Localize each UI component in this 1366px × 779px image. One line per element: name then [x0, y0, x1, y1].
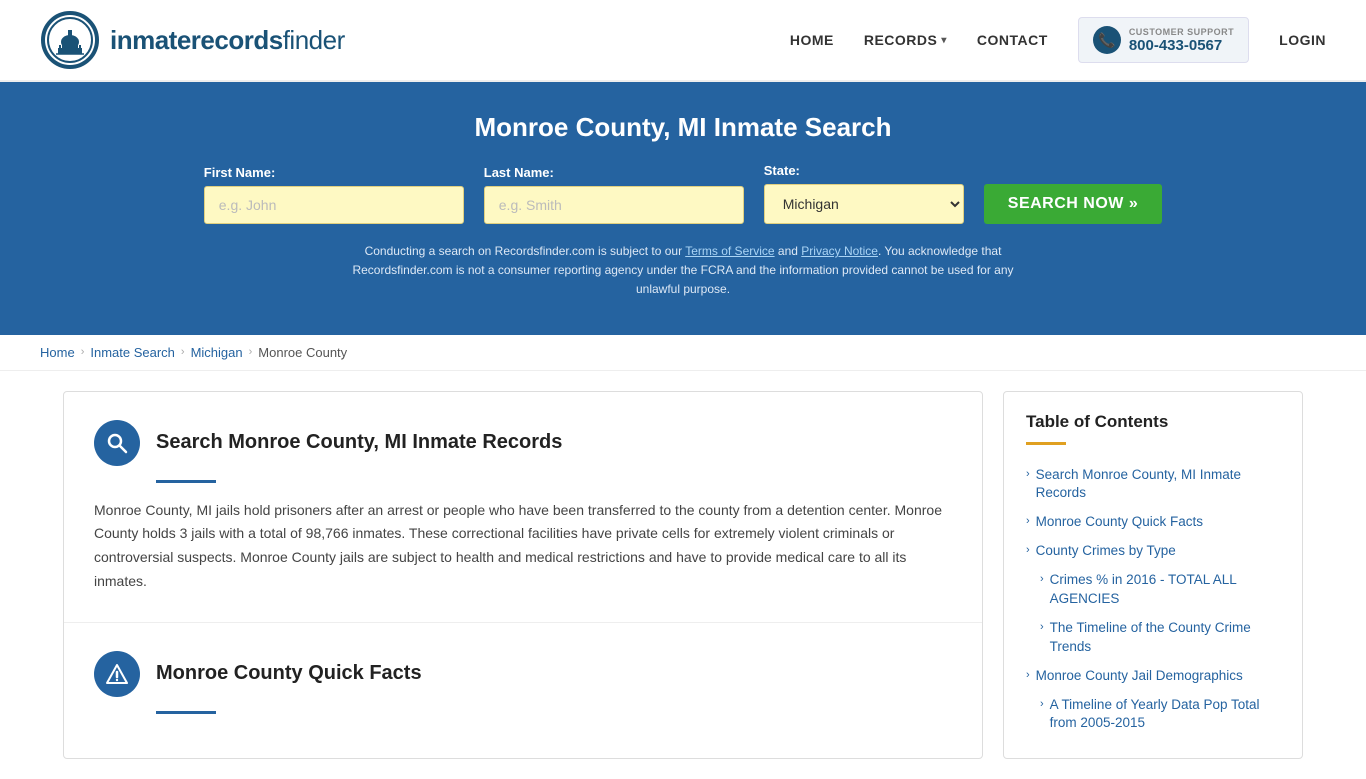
phone-icon: 📞	[1093, 26, 1121, 54]
last-name-label: Last Name:	[484, 165, 554, 180]
section-body-search: Monroe County, MI jails hold prisoners a…	[94, 499, 952, 594]
search-form: First Name: Last Name: State: Michigan S…	[40, 163, 1326, 224]
quick-facts-section: Monroe County Quick Facts	[64, 623, 982, 758]
breadcrumb-inmate-search[interactable]: Inmate Search	[90, 345, 175, 360]
section-title-search: Search Monroe County, MI Inmate Records	[156, 431, 562, 454]
main-content: Search Monroe County, MI Inmate Records …	[43, 391, 1323, 760]
toc-link-3[interactable]: Crimes % in 2016 - TOTAL ALL AGENCIES	[1050, 571, 1280, 609]
breadcrumb-home[interactable]: Home	[40, 345, 75, 360]
terms-link[interactable]: Terms of Service	[685, 244, 774, 258]
customer-support-box[interactable]: 📞 CUSTOMER SUPPORT 800-433-0567	[1078, 17, 1249, 63]
privacy-link[interactable]: Privacy Notice	[801, 244, 878, 258]
section-title-facts: Monroe County Quick Facts	[156, 662, 422, 685]
content-left: Search Monroe County, MI Inmate Records …	[63, 391, 983, 760]
logo-text: inmaterecordsfinder	[110, 25, 345, 56]
toc-chevron-6: ›	[1040, 698, 1044, 710]
toc-chevron-3: ›	[1040, 573, 1044, 585]
search-icon	[106, 432, 128, 454]
state-label: State:	[764, 163, 800, 178]
section-header-facts: Monroe County Quick Facts	[94, 651, 952, 697]
search-button[interactable]: SEARCH NOW »	[984, 184, 1162, 224]
toc-chevron-0: ›	[1026, 468, 1030, 480]
support-label: CUSTOMER SUPPORT	[1129, 27, 1234, 37]
toc-underline	[1026, 442, 1066, 445]
search-icon-circle	[94, 420, 140, 466]
navigation: HOME RECORDS ▾ CONTACT 📞 CUSTOMER SUPPOR…	[790, 17, 1326, 63]
header: inmaterecordsfinder HOME RECORDS ▾ CONTA…	[0, 0, 1366, 82]
breadcrumb: Home › Inmate Search › Michigan › Monroe…	[0, 335, 1366, 371]
search-records-section: Search Monroe County, MI Inmate Records …	[64, 392, 982, 623]
toc-item-1[interactable]: › Monroe County Quick Facts	[1026, 508, 1280, 537]
toc-chevron-1: ›	[1026, 515, 1030, 527]
toc-link-2[interactable]: County Crimes by Type	[1036, 542, 1176, 561]
logo-text-bold: finder	[283, 25, 345, 55]
breadcrumb-sep-1: ›	[81, 346, 85, 358]
toc-link-4[interactable]: The Timeline of the County Crime Trends	[1050, 619, 1280, 657]
logo-text-light: inmaterecords	[110, 25, 283, 55]
toc-link-6[interactable]: A Timeline of Yearly Data Pop Total from…	[1050, 696, 1280, 734]
toc-title: Table of Contents	[1026, 412, 1280, 432]
toc-link-0[interactable]: Search Monroe County, MI Inmate Records	[1036, 466, 1280, 504]
last-name-group: Last Name:	[484, 165, 744, 224]
sidebar: Table of Contents › Search Monroe County…	[1003, 391, 1303, 760]
toc-link-5[interactable]: Monroe County Jail Demographics	[1036, 667, 1243, 686]
hero-title: Monroe County, MI Inmate Search	[40, 112, 1326, 143]
warning-icon-circle	[94, 651, 140, 697]
nav-contact[interactable]: CONTACT	[977, 32, 1048, 48]
logo: inmaterecordsfinder	[40, 10, 345, 70]
support-number: 800-433-0567	[1129, 37, 1234, 54]
disclaimer-text: Conducting a search on Recordsfinder.com…	[333, 242, 1033, 300]
warning-icon	[106, 663, 128, 685]
section-header-search: Search Monroe County, MI Inmate Records	[94, 420, 952, 466]
toc-list: › Search Monroe County, MI Inmate Record…	[1026, 461, 1280, 739]
logo-icon	[40, 10, 100, 70]
toc-item-5[interactable]: › Monroe County Jail Demographics	[1026, 662, 1280, 691]
login-button[interactable]: LOGIN	[1279, 32, 1326, 48]
nav-home[interactable]: HOME	[790, 32, 834, 48]
toc-item-6[interactable]: › A Timeline of Yearly Data Pop Total fr…	[1026, 691, 1280, 739]
last-name-input[interactable]	[484, 186, 744, 224]
section-underline-facts	[156, 711, 216, 714]
breadcrumb-sep-3: ›	[249, 346, 253, 358]
state-select[interactable]: Michigan	[764, 184, 964, 224]
first-name-label: First Name:	[204, 165, 276, 180]
customer-support-info: CUSTOMER SUPPORT 800-433-0567	[1129, 27, 1234, 54]
toc-item-2[interactable]: › County Crimes by Type	[1026, 537, 1280, 566]
first-name-group: First Name:	[204, 165, 464, 224]
state-group: State: Michigan	[764, 163, 964, 224]
toc-chevron-4: ›	[1040, 621, 1044, 633]
toc-chevron-5: ›	[1026, 669, 1030, 681]
toc-link-1[interactable]: Monroe County Quick Facts	[1036, 513, 1203, 532]
nav-records-label: RECORDS	[864, 32, 938, 48]
breadcrumb-michigan[interactable]: Michigan	[191, 345, 243, 360]
toc-chevron-2: ›	[1026, 544, 1030, 556]
toc-item-3[interactable]: › Crimes % in 2016 - TOTAL ALL AGENCIES	[1026, 566, 1280, 614]
first-name-input[interactable]	[204, 186, 464, 224]
section-underline-search	[156, 480, 216, 483]
hero-section: Monroe County, MI Inmate Search First Na…	[0, 82, 1366, 335]
toc-item-0[interactable]: › Search Monroe County, MI Inmate Record…	[1026, 461, 1280, 509]
toc-item-4[interactable]: › The Timeline of the County Crime Trend…	[1026, 614, 1280, 662]
breadcrumb-current: Monroe County	[258, 345, 347, 360]
toc-box: Table of Contents › Search Monroe County…	[1003, 391, 1303, 760]
nav-records[interactable]: RECORDS ▾	[864, 32, 947, 48]
records-chevron-icon: ▾	[941, 35, 947, 46]
breadcrumb-sep-2: ›	[181, 346, 185, 358]
